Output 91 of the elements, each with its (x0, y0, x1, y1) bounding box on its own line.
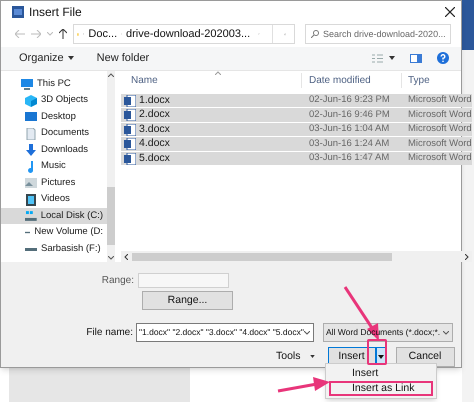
date-cell-text: 03-Jun-16 1:47 AM (308, 151, 390, 166)
highlight-frame (367, 339, 387, 365)
type-cell-text: Microsoft Word (407, 108, 472, 122)
type-cell-text: Microsoft Word (407, 151, 472, 166)
word-file-icon (124, 152, 136, 165)
date-cell-text: 03-Jun-16 1:24 AM (308, 136, 390, 151)
nav-item[interactable]: Music (1, 158, 107, 175)
scroll-right-icon[interactable] (464, 254, 469, 260)
desktop-icon (25, 111, 37, 124)
window-title: Insert File (29, 4, 82, 21)
horizontal-scrollbar[interactable] (121, 251, 472, 262)
organize-menu[interactable]: Organize (19, 50, 74, 67)
file-row[interactable]: 1.docx 02-Jun-16 9:23 PM Microsoft Word (121, 94, 472, 108)
preview-pane-icon[interactable] (410, 54, 422, 63)
disk-drive-icon (25, 231, 30, 234)
pictures-icon (25, 177, 37, 190)
column-header[interactable]: Type (402, 73, 430, 88)
scroll-left-icon[interactable] (124, 254, 128, 260)
file-name-field[interactable]: "1.docx" "2.docx" "3.docx" "4.docx" "5.docx" (136, 323, 314, 342)
type-cell-text: Microsoft Word (407, 136, 472, 151)
file-name: 5.docx (139, 150, 170, 166)
forward-arrow-icon[interactable] (31, 30, 41, 38)
nav-item[interactable]: Local Disk (C:) (1, 208, 107, 224)
file-row[interactable]: 4.docx 03-Jun-16 1:24 AM Microsoft Word (121, 137, 472, 151)
caret-icon (68, 56, 74, 60)
address-bar[interactable]: Doc... drive-download-202003... (73, 24, 295, 44)
disk-drive-icon (25, 248, 37, 251)
nav-item[interactable]: This PC (1, 76, 107, 92)
view-options-icon[interactable] (372, 54, 383, 63)
column-header[interactable]: Date modified (302, 73, 402, 88)
nav-item[interactable]: Downloads (1, 142, 107, 158)
date-cell-text: 02-Jun-16 9:46 PM (308, 108, 391, 122)
word-file-icon (124, 109, 136, 122)
nav-item[interactable]: Pictures (1, 174, 107, 192)
date-cell-text: 03-Jun-16 1:04 AM (308, 122, 390, 136)
menu-item[interactable]: Insert as Link (329, 381, 433, 396)
film-icon (25, 194, 37, 206)
file-name: 2.docx (139, 107, 170, 122)
range-field[interactable] (138, 272, 229, 288)
tools-menu[interactable]: Tools (276, 348, 315, 364)
nav-item[interactable]: 3D Objects (1, 92, 107, 109)
nav-item[interactable]: Documents (1, 125, 107, 142)
close-icon[interactable] (445, 6, 455, 17)
caret-icon (310, 355, 315, 358)
file-name-label: File name: (85, 326, 134, 340)
computer-icon (21, 78, 33, 90)
help-icon[interactable] (437, 52, 449, 64)
search-icon (311, 30, 319, 38)
document-icon (25, 128, 37, 140)
scroll-up-icon[interactable] (108, 72, 114, 77)
file-row[interactable]: 5.docx 03-Jun-16 1:47 AM Microsoft Word (121, 152, 472, 166)
caret-icon[interactable] (389, 56, 395, 60)
cube-icon (25, 94, 37, 107)
type-cell-text: Microsoft Word (407, 93, 472, 108)
new-folder-button[interactable]: New folder (96, 50, 150, 67)
sort-icon (215, 70, 221, 75)
scrollbar[interactable] (107, 70, 115, 262)
download-icon (25, 144, 37, 156)
nav-item[interactable]: Videos (1, 191, 107, 208)
range-label: Range: (100, 274, 135, 288)
nav-item[interactable]: New Volume (D: (1, 224, 107, 241)
app-icon (12, 6, 24, 18)
scroll-down-icon[interactable] (108, 256, 114, 260)
ruler (0, 368, 9, 402)
word-file-icon (124, 124, 136, 136)
back-arrow-icon[interactable] (15, 30, 25, 38)
file-name: 3.docx (139, 122, 170, 137)
word-file-icon (124, 94, 136, 107)
date-cell-text: 02-Jun-16 9:23 PM (308, 93, 391, 108)
column-header[interactable]: Name (121, 73, 302, 88)
dropdown-icon (304, 330, 310, 334)
word-file-icon (124, 138, 136, 150)
breadcrumb[interactable]: Doc... (88, 26, 118, 43)
caret-icon (378, 354, 384, 358)
type-cell-text: Microsoft Word (407, 122, 472, 136)
file-row[interactable]: 3.docx 03-Jun-16 1:04 AM Microsoft Word (121, 122, 472, 136)
nav-item[interactable]: Sarbasish (F:) (1, 240, 107, 258)
scrollbar-thumb[interactable] (107, 187, 115, 246)
disk-drive-icon (25, 210, 37, 222)
dropdown-icon (443, 330, 449, 334)
annotation-arrow (277, 376, 331, 394)
file-name: 1.docx (139, 92, 170, 108)
file-row[interactable]: 2.docx 02-Jun-16 9:46 PM Microsoft Word (121, 108, 472, 122)
file-name: 4.docx (139, 136, 170, 152)
range-button[interactable]: Range... (142, 291, 233, 310)
search-field[interactable]: Search drive-download-2020... (305, 24, 451, 44)
scrollbar-thumb[interactable] (132, 252, 392, 260)
nav-item[interactable]: Desktop (1, 108, 107, 126)
up-arrow-icon[interactable] (59, 29, 67, 40)
breadcrumb[interactable]: drive-download-202003... (126, 26, 250, 43)
menu-item[interactable]: Insert (329, 366, 433, 381)
